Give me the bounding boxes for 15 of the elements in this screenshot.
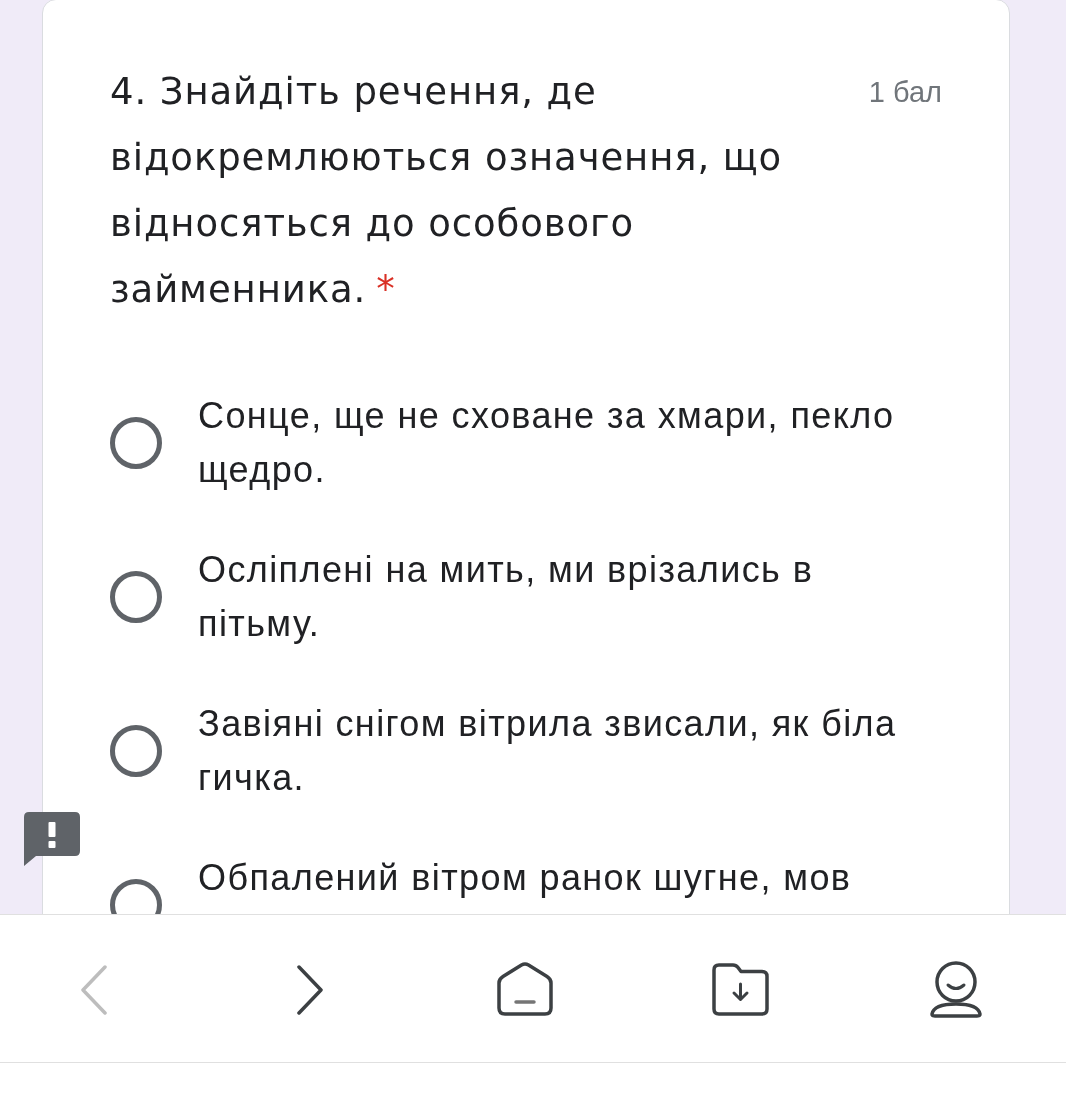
home-icon [496,962,554,1017]
radio-button[interactable] [110,725,162,777]
option-label[interactable]: Осліплені на мить, ми врізались в пітьму. [198,543,938,651]
option-label[interactable]: Завіяні снігом вітрила звисали, як біла гичка. [198,697,938,805]
question-text: 4. Знайдіть речення, де відокремлюються означення, що відносяться до особового займенника. * [110,69,784,313]
folder-download-icon [711,962,770,1017]
chevron-left-icon [80,964,108,1015]
radio-button[interactable] [110,417,162,469]
radio-button[interactable] [110,571,162,623]
points-label: 1 бал [868,75,942,110]
option-label[interactable]: Обпалений вітром ранок шугне, мов [198,851,938,905]
option-label[interactable]: Сонце, ще не сховане за хмари, пекло щедро. [198,389,938,497]
chevron-right-icon [295,964,324,1015]
feedback-icon[interactable] [24,812,80,866]
profile-icon [929,960,983,1019]
